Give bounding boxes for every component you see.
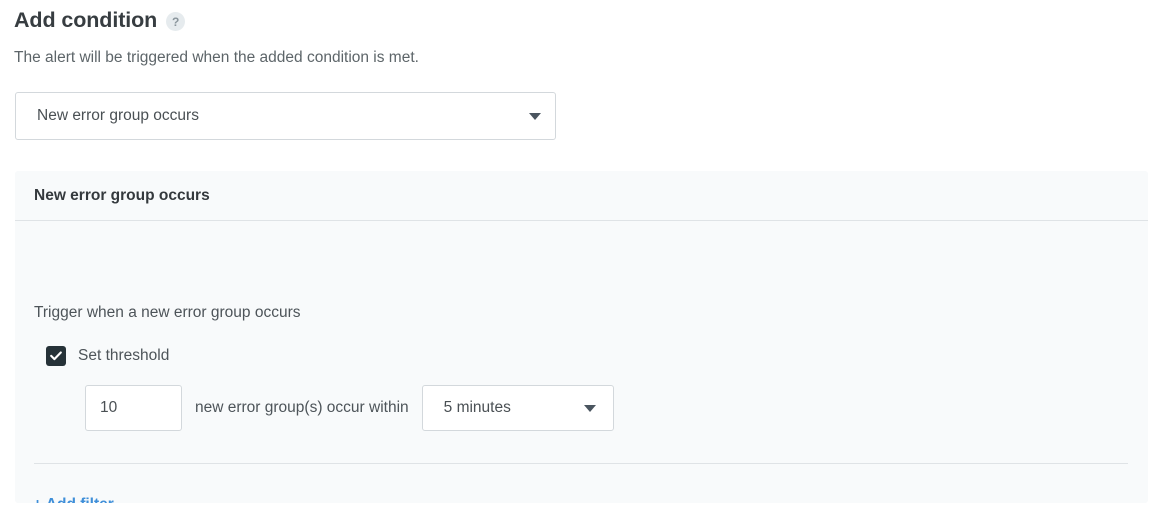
threshold-between-text: new error group(s) occur within <box>195 399 409 416</box>
condition-panel-header: New error group occurs <box>15 171 1148 221</box>
condition-type-select-value: New error group occurs <box>37 107 199 124</box>
page-title: Add condition <box>14 8 158 32</box>
set-threshold-label: Set threshold <box>78 347 170 364</box>
checkbox-checked-icon[interactable] <box>46 346 66 366</box>
condition-panel-body: Trigger when a new error group occurs Se… <box>15 221 1148 503</box>
panel-divider <box>34 463 1128 464</box>
trigger-description: Trigger when a new error group occurs <box>34 304 301 321</box>
chevron-down-icon <box>583 404 596 412</box>
chevron-down-icon <box>529 112 541 120</box>
condition-type-select[interactable]: New error group occurs <box>15 92 556 140</box>
page-header: Add condition ? <box>14 6 186 34</box>
threshold-window-select[interactable]: 5 minutes <box>421 385 614 431</box>
add-condition-page: Add condition ? The alert will be trigge… <box>0 0 1163 516</box>
add-filter-link[interactable]: + Add filter <box>33 496 114 503</box>
threshold-config-row: new error group(s) occur within 5 minute… <box>85 385 614 431</box>
condition-panel-title: New error group occurs <box>34 186 210 204</box>
question-mark-icon[interactable]: ? <box>166 12 186 31</box>
page-subtitle: The alert will be triggered when the add… <box>14 49 419 66</box>
threshold-window-select-value: 5 minutes <box>443 399 511 416</box>
threshold-count-input[interactable] <box>85 385 182 431</box>
condition-panel: New error group occurs Trigger when a ne… <box>15 171 1148 503</box>
set-threshold-checkbox-row[interactable]: Set threshold <box>46 346 169 366</box>
